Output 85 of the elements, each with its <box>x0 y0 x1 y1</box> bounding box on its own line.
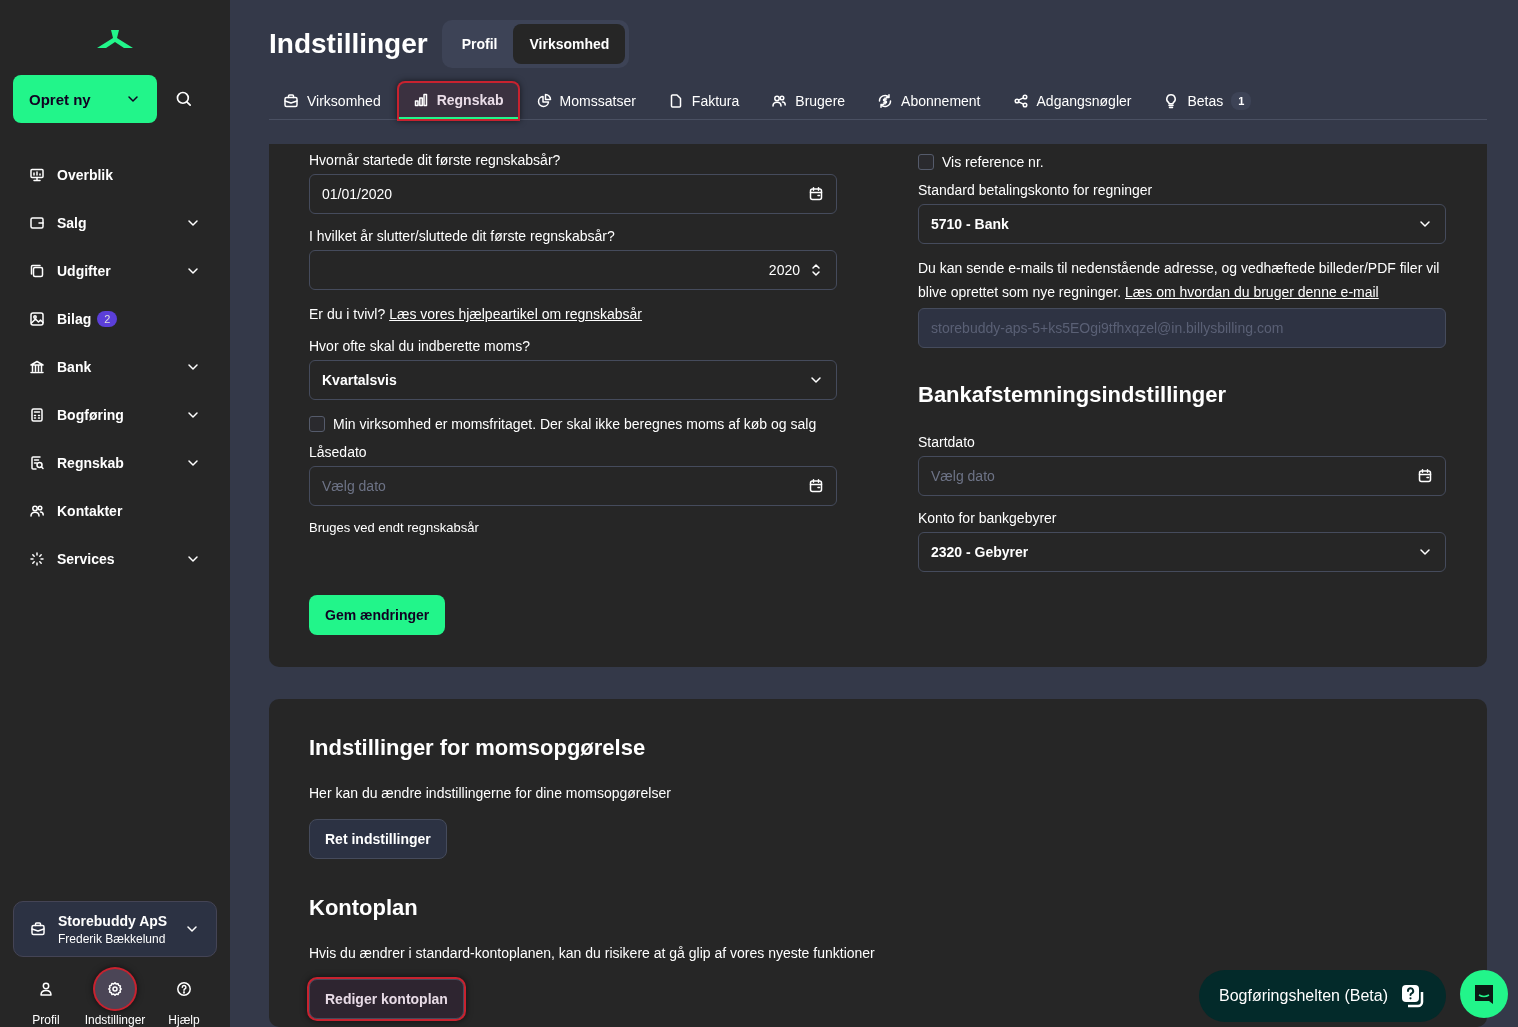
logo <box>97 28 133 50</box>
checkbox[interactable] <box>918 154 934 170</box>
tab[interactable]: Betas 1 <box>1149 82 1266 119</box>
calendar-icon <box>808 478 824 494</box>
user-icon <box>38 981 54 997</box>
tab[interactable]: Brugere <box>757 82 860 119</box>
company-switcher[interactable]: Storebuddy ApS Frederik Bækkelund <box>13 901 217 957</box>
sidebar-item[interactable]: Udgifter <box>13 247 217 295</box>
chat-launcher-button[interactable] <box>1460 970 1508 1018</box>
tab[interactable]: Regnskab <box>398 82 518 119</box>
sidebar-item[interactable]: Bank <box>13 343 217 391</box>
bottom-nav-item[interactable]: Indstillinger <box>82 969 148 1027</box>
section-button[interactable]: Rediger kontoplan <box>309 979 464 1019</box>
dropdown[interactable]: Kvartalsvis <box>309 360 837 400</box>
field-label: Hvornår startede dit første regnskabsår? <box>309 152 562 168</box>
sidebar-item[interactable]: Regnskab <box>13 439 217 487</box>
field-label: Standard betalingskonto for regninger <box>918 182 1154 198</box>
sidebar-item[interactable]: Bogføring <box>13 391 217 439</box>
section-description: Hvis du ændrer i standard-kontoplanen, kan du risikere at gå glip af vores nyeste funktioner <box>309 945 876 961</box>
tab[interactable]: Faktura <box>653 82 754 119</box>
assistant-button[interactable]: Bogføringshelten (Beta) <box>1199 970 1446 1022</box>
user-name: Frederik Bækkelund <box>58 931 167 946</box>
checkbox-label: Vis reference nr. <box>942 154 1044 170</box>
count-badge: 1 <box>1231 91 1252 110</box>
sparkle-icon <box>29 551 45 567</box>
copy-icon <box>29 263 45 279</box>
section-description: Her kan du ændre indstillingerne for dine momsopgørelser <box>309 785 672 801</box>
currency-refresh-icon <box>877 92 894 109</box>
tab[interactable]: Adgangsnøgler <box>998 82 1146 119</box>
page-title: Indstillinger <box>269 28 428 60</box>
section-heading: Bankafstemningsindstillinger <box>918 382 1228 408</box>
bank-icon <box>29 359 45 375</box>
briefcase-icon <box>283 92 299 109</box>
calendar-icon <box>808 186 824 202</box>
help-text: Du kan sende e-mails til nedenstående adresse, og vedhæftede billeder/PDF filer vil blive oprettet som nye regninger. Læs om hvordan du bruger denne e-mail <box>918 259 1441 302</box>
field-label: Konto for bankgebyrer <box>918 510 1058 526</box>
sidebar-item[interactable]: Bilag 2 <box>13 295 217 343</box>
field-label: Hvor ofte skal du indberette moms? <box>309 338 531 354</box>
help-text: Er du i tvivl? Læs vores hjælpeartikel om regnskabsår <box>309 305 644 324</box>
tab[interactable]: Momssatser <box>521 82 650 119</box>
dropdown[interactable]: 2320 - Gebyrer <box>918 532 1446 572</box>
calculator-icon <box>29 407 45 423</box>
document-search-icon <box>29 455 45 471</box>
helper-text: Bruges ved endt regnskabsår <box>309 520 480 535</box>
briefcase-icon <box>30 921 46 937</box>
pie-chart-icon <box>535 92 552 109</box>
dropdown[interactable]: 5710 - Bank <box>918 204 1446 244</box>
checkbox-label: Min virksomhed er momsfritaget. Der skal ikke beregnes moms af køb og salg <box>333 416 817 432</box>
field-label: Startdato <box>918 434 976 450</box>
users-icon <box>29 503 45 519</box>
settings-icon <box>107 981 123 997</box>
field-label: Låsedato <box>309 444 368 460</box>
help-icon <box>176 981 192 997</box>
toggle-option[interactable]: Profil <box>445 24 514 64</box>
sidebar-item[interactable]: Kontakter <box>13 487 217 535</box>
sidebar-item[interactable]: Salg <box>13 199 217 247</box>
bottom-nav-item[interactable]: Profil <box>13 969 79 1027</box>
bar-chart-icon <box>412 91 429 108</box>
count-badge: 2 <box>97 311 118 327</box>
help-link[interactable]: Læs om hvordan du bruger denne e-mail <box>1125 284 1379 300</box>
wallet-icon <box>29 215 45 231</box>
search-icon <box>175 90 193 108</box>
number-field[interactable]: 2020 <box>309 250 837 290</box>
field-label: I hvilket år slutter/sluttede dit første regnskabsår? <box>309 228 616 244</box>
create-new-button[interactable]: Opret ny <box>13 75 157 123</box>
tab[interactable]: Abonnement <box>863 82 995 119</box>
chat-question-icon <box>1400 983 1426 1009</box>
monitor-icon <box>29 167 45 183</box>
tab[interactable]: Virksomhed <box>269 82 395 119</box>
help-link[interactable]: Læs vores hjælpeartikel om regnskabsår <box>389 306 643 322</box>
section-button[interactable]: Ret indstillinger <box>309 819 447 859</box>
save-button[interactable]: Gem ændringer <box>309 595 446 635</box>
company-name: Storebuddy ApS <box>58 912 169 929</box>
bottom-nav-item[interactable]: Hjælp <box>151 969 217 1027</box>
sidebar-item[interactable]: Services <box>13 535 217 583</box>
section-heading: Kontoplan <box>309 895 419 921</box>
calendar-icon <box>1417 468 1433 484</box>
date-field[interactable]: 01/01/2020 <box>309 174 837 214</box>
share-icon <box>1012 92 1029 109</box>
toggle-option[interactable]: Virksomhed <box>513 24 626 64</box>
sidebar-item[interactable]: Overblik <box>13 151 217 199</box>
image-icon <box>29 311 45 327</box>
section-heading: Indstillinger for momsopgørelse <box>309 735 647 761</box>
chat-icon <box>1472 982 1496 1006</box>
checkbox[interactable] <box>309 416 325 432</box>
